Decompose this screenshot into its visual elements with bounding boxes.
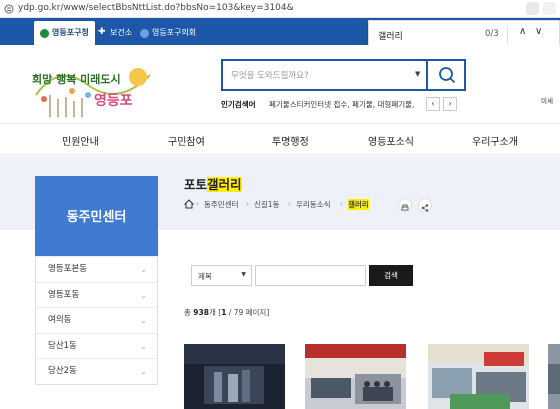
menu-item-civil[interactable]: 민원안내 — [62, 133, 99, 148]
sidebar-item[interactable]: 당산2동 ⌄ — [36, 358, 157, 384]
find-input[interactable]: 갤러리 — [378, 29, 403, 42]
share-icon — [421, 204, 429, 212]
breadcrumb-separator-icon: › — [246, 199, 249, 208]
breadcrumb-separator-icon: › — [340, 199, 343, 208]
breadcrumb-item[interactable]: 동주민센터 — [204, 199, 239, 210]
search-button[interactable] — [426, 61, 464, 89]
site-header: 희망 행복 미래도시 영등포 무엇을 도와드릴까요? ▼ 인기검색어 폐기물스티… — [0, 45, 560, 123]
gallery-thumbnail[interactable] — [305, 344, 406, 409]
prev-keyword-button[interactable]: ‹ — [426, 97, 440, 111]
sidebar-item-label: 여의동 — [48, 315, 72, 325]
search-type-value: 제목 — [198, 272, 212, 281]
gallery-photo — [305, 344, 406, 409]
sidebar-menu: 영등포본동 ⌄ 영등포동 ⌄ 여의동 ⌄ 당산1동 ⌄ 당산2동 ⌄ — [35, 256, 158, 385]
svg-text:영등포: 영등포 — [94, 92, 133, 109]
tab-label: 영등포구의회 — [152, 28, 197, 37]
council-logo-icon — [140, 29, 149, 38]
gallery-thumbnail[interactable] — [184, 344, 285, 409]
sidebar-item-label: 당산1동 — [48, 340, 77, 351]
sidebar-title-box: 동주민센터 — [35, 176, 158, 256]
sidebar-item[interactable]: 영등포동 ⌄ — [36, 281, 157, 308]
bracket-close: ] — [266, 308, 270, 317]
breadcrumb-separator-icon: › — [196, 199, 199, 208]
chevron-down-icon: ▼ — [241, 271, 246, 278]
menu-item-participation[interactable]: 구민참여 — [168, 133, 205, 148]
sidebar-item[interactable]: 여의동 ⌄ — [36, 307, 157, 333]
count-prefix: 총 — [184, 308, 191, 317]
board-search-input[interactable] — [255, 265, 366, 286]
next-keyword-button[interactable]: › — [443, 97, 457, 111]
tab-district-council[interactable]: 영등포구의회 — [134, 21, 202, 45]
bookmark-icon[interactable] — [543, 2, 556, 15]
find-next-button[interactable]: ∨ — [535, 26, 542, 37]
tab-label: 영등포구청 — [52, 28, 89, 37]
page-title-highlight: 갤러리 — [207, 177, 242, 192]
main-menu: 민원안내 구민참여 투명행정 영등포소식 우리구소개 — [0, 123, 560, 155]
chevron-down-icon: ⌄ — [140, 341, 147, 351]
url-text[interactable]: ydp.go.kr/www/selectBbsNttList.do?bbsNo=… — [18, 3, 294, 13]
menu-item-about[interactable]: 우리구소개 — [472, 133, 518, 148]
plus-icon: ✚ — [98, 27, 106, 37]
gallery-photo — [428, 344, 529, 409]
divider — [507, 26, 508, 44]
site-search: 무엇을 도와드릴까요? ▼ — [221, 59, 466, 91]
chevron-down-icon: ⌄ — [140, 290, 147, 300]
chevron-down-icon: ⌄ — [140, 367, 147, 376]
breadcrumb-item[interactable]: 우리동소식 — [296, 199, 331, 210]
extension-icon[interactable] — [526, 2, 539, 15]
sidebar-title: 동주민센터 — [66, 210, 127, 225]
popular-keywords: 인기검색어 폐기물스티커인터넷 접수, 폐기물, 대형폐기물, ‹ › — [221, 97, 471, 113]
gallery-photo — [184, 344, 285, 409]
sidebar-item-label: 영등포본동 — [48, 264, 88, 274]
tab-yeongdeungpo-office[interactable]: 영등포구청 — [34, 21, 95, 45]
print-icon — [401, 204, 409, 211]
print-button[interactable] — [398, 198, 412, 212]
tab-logo-icon — [40, 29, 49, 38]
gallery-photo — [548, 344, 560, 409]
popular-keywords-list[interactable]: 폐기물스티커인터넷 접수, 폐기물, 대형폐기물, — [269, 99, 414, 110]
tab-health-center[interactable]: ✚ 보건소 — [92, 21, 138, 45]
page-total: / 79 페이지 — [228, 308, 267, 317]
sidebar-item-label: 영등포동 — [48, 289, 80, 300]
breadcrumb-separator-icon: › — [288, 199, 291, 208]
gallery-thumbnail[interactable] — [548, 344, 560, 409]
share-button[interactable] — [418, 198, 432, 212]
browser-url-bar[interactable]: ydp.go.kr/www/selectBbsNttList.do?bbsNo=… — [0, 0, 560, 18]
tab-label: 보건소 — [110, 28, 133, 37]
count-unit: 개 — [208, 308, 216, 317]
svg-text:희망 행복 미래도시: 희망 행복 미래도시 — [32, 72, 121, 86]
page-title: 포토갤러리 — [184, 174, 242, 193]
breadcrumb-current-highlight: 갤러리 — [348, 199, 369, 210]
count-total: 938 — [193, 308, 209, 317]
find-result-count: 0/3 — [485, 29, 499, 39]
search-type-select[interactable]: 제목 ▼ — [191, 265, 252, 286]
popular-keywords-label: 인기검색어 — [221, 100, 256, 109]
menu-item-transparency[interactable]: 투명행정 — [272, 133, 309, 148]
menu-item-news[interactable]: 영등포소식 — [368, 133, 414, 148]
site-info-icon[interactable] — [4, 4, 14, 14]
breadcrumb-item[interactable]: 신길1동 — [254, 199, 279, 210]
find-prev-button[interactable]: ∧ — [519, 26, 526, 37]
search-input[interactable]: 무엇을 도와드릴까요? — [231, 69, 309, 81]
side-quick-link[interactable]: 미세 — [541, 95, 553, 105]
current-page: 1 — [221, 308, 227, 317]
sidebar-item[interactable]: 당산1동 ⌄ — [36, 332, 157, 359]
page-title-text: 포토 — [184, 177, 208, 192]
sidebar-item[interactable]: 영등포본동 ⌄ — [36, 256, 157, 282]
slogan-logo[interactable]: 희망 행복 미래도시 영등포 — [28, 55, 158, 117]
board-search-button[interactable]: 검색 — [369, 265, 413, 286]
sidebar-item-label: 당산2동 — [48, 366, 77, 376]
home-icon[interactable] — [184, 199, 194, 209]
search-icon — [439, 67, 456, 84]
board-count: 총 938개 [1 / 79 페이지] — [184, 307, 269, 318]
chevron-down-icon[interactable]: ▼ — [415, 70, 420, 78]
gallery-thumbnail[interactable] — [428, 344, 529, 409]
chevron-down-icon: ⌄ — [140, 316, 147, 325]
chevron-down-icon: ⌄ — [140, 265, 147, 274]
